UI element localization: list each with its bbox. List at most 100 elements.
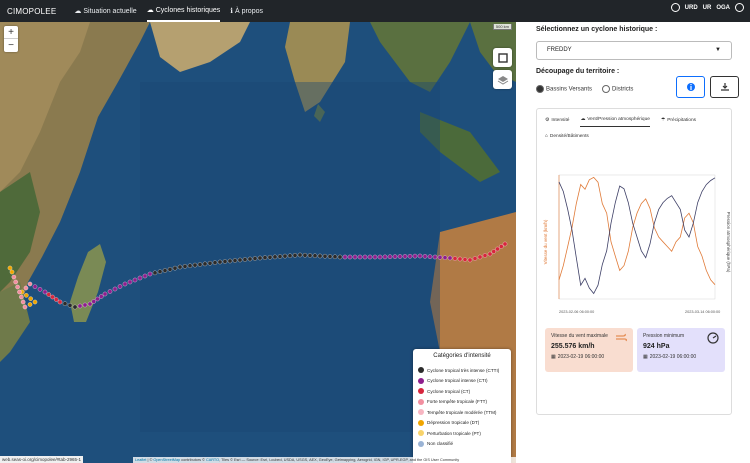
track-point[interactable] (382, 254, 388, 260)
track-point[interactable] (452, 256, 458, 261)
track-point[interactable] (402, 254, 408, 259)
track-point[interactable] (242, 257, 248, 262)
track-point[interactable] (502, 241, 508, 247)
track-point[interactable] (20, 299, 26, 305)
tab-densite-batiments[interactable]: ⌂ Densité/Bâtiments (537, 127, 731, 146)
zoom-in-button[interactable]: + (4, 26, 18, 39)
track-point[interactable] (377, 254, 383, 260)
track-point[interactable] (172, 265, 178, 271)
track-point[interactable] (67, 303, 73, 308)
track-point[interactable] (24, 293, 29, 298)
track-point[interactable] (207, 260, 213, 266)
track-point[interactable] (495, 246, 500, 252)
wind-speed-line[interactable] (558, 176, 716, 285)
track-point[interactable] (302, 252, 308, 258)
layers-button[interactable] (493, 70, 512, 89)
radio-districts[interactable]: Districts (602, 85, 633, 93)
track-point[interactable] (232, 258, 238, 263)
track-point[interactable] (432, 254, 438, 260)
pressure-line[interactable] (558, 177, 716, 295)
track-point[interactable] (187, 263, 193, 268)
track-point[interactable] (212, 260, 218, 265)
track-point[interactable] (19, 294, 24, 300)
track-point[interactable] (23, 285, 29, 291)
track-point[interactable] (472, 256, 478, 261)
track-point[interactable] (487, 251, 493, 257)
track-point[interactable] (102, 291, 108, 297)
track-point[interactable] (372, 254, 378, 260)
track-point[interactable] (107, 289, 113, 294)
track-point[interactable] (95, 296, 100, 302)
attribution-carto-link[interactable]: CARTO (206, 458, 219, 462)
nav-a-propos[interactable]: ℹ À propos (230, 0, 263, 22)
track-point[interactable] (162, 268, 168, 273)
track-point[interactable] (9, 269, 15, 275)
track-point[interactable] (322, 253, 328, 259)
track-point[interactable] (362, 254, 368, 260)
track-point[interactable] (327, 254, 333, 259)
track-point[interactable] (197, 262, 203, 267)
nav-situation-actuelle[interactable]: ☁ Situation actuelle (74, 0, 136, 22)
track-point[interactable] (237, 257, 243, 263)
track-point[interactable] (442, 255, 448, 260)
track-point[interactable] (447, 255, 453, 261)
track-point[interactable] (307, 253, 313, 258)
brand-logo[interactable]: CIMOPOLEE (7, 7, 56, 16)
track-point[interactable] (317, 253, 323, 259)
track-point[interactable] (347, 254, 353, 260)
track-point[interactable] (262, 255, 268, 260)
track-point[interactable] (357, 254, 363, 260)
track-point[interactable] (342, 254, 348, 260)
track-point[interactable] (417, 253, 423, 259)
track-point[interactable] (46, 292, 52, 297)
track-point[interactable] (367, 254, 373, 260)
track-point[interactable] (112, 286, 118, 292)
track-point[interactable] (72, 304, 78, 310)
track-point[interactable] (192, 262, 198, 268)
track-point[interactable] (11, 274, 17, 280)
track-point[interactable] (15, 284, 20, 290)
track-point[interactable] (91, 299, 97, 304)
nav-cyclones-historiques[interactable]: ☁ Cyclones historiques (146, 0, 221, 22)
track-point[interactable] (247, 256, 253, 262)
track-point[interactable] (17, 289, 22, 295)
track-point[interactable] (27, 302, 33, 307)
track-point[interactable] (392, 254, 398, 259)
track-point[interactable] (457, 256, 463, 262)
track-point[interactable] (292, 253, 298, 258)
track-point[interactable] (267, 254, 273, 260)
tab-precipitations[interactable]: ☂ Précipitations (661, 117, 696, 127)
track-point[interactable] (202, 261, 208, 267)
map-view[interactable]: + − 500 km Catégories d'intensité Cyclon… (0, 22, 516, 463)
track-point[interactable] (312, 253, 318, 258)
tab-intensite[interactable]: ⚙ Intensité (545, 117, 569, 127)
track-point[interactable] (282, 253, 288, 259)
track-point[interactable] (42, 289, 48, 295)
track-point[interactable] (297, 252, 303, 258)
track-point[interactable] (287, 253, 293, 258)
track-point[interactable] (13, 279, 18, 285)
zoom-out-button[interactable]: − (4, 39, 18, 52)
track-point[interactable] (337, 254, 343, 260)
wind-pressure-chart[interactable]: Vitesse du vent (km/h) Pression atmosphé… (537, 167, 733, 317)
track-point[interactable] (427, 254, 433, 259)
track-point[interactable] (99, 294, 104, 299)
track-point[interactable] (252, 256, 258, 261)
track-point[interactable] (37, 287, 43, 292)
track-point[interactable] (498, 244, 504, 249)
track-point[interactable] (122, 281, 128, 287)
track-point[interactable] (57, 299, 63, 305)
track-point[interactable] (222, 259, 228, 264)
track-point[interactable] (152, 270, 158, 276)
track-point[interactable] (257, 255, 263, 261)
track-point[interactable] (147, 271, 153, 277)
track-point[interactable] (477, 254, 483, 260)
track-point[interactable] (227, 258, 233, 264)
info-button[interactable] (676, 76, 705, 98)
track-point[interactable] (272, 254, 278, 260)
track-point[interactable] (217, 259, 223, 265)
radio-bassins-versants[interactable]: Bassins Versants (536, 85, 592, 93)
track-point[interactable] (27, 281, 33, 287)
track-point[interactable] (142, 273, 148, 279)
track-point[interactable] (407, 253, 413, 259)
